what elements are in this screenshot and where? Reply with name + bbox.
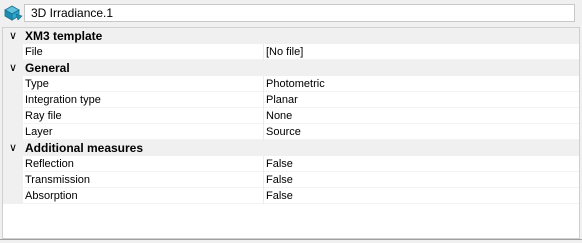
property-name: Transmission	[25, 174, 90, 186]
property-name: Layer	[25, 126, 53, 138]
property-name: File	[25, 46, 43, 58]
property-row-layer[interactable]: Layer Source	[3, 124, 579, 140]
property-row-ray-file[interactable]: Ray file None	[3, 108, 579, 124]
column-divider[interactable]	[263, 172, 264, 188]
column-divider[interactable]	[263, 156, 264, 172]
chevron-down-icon[interactable]: ∨	[7, 60, 19, 76]
property-value[interactable]: False	[266, 172, 293, 188]
chevron-down-icon[interactable]: ∨	[7, 140, 19, 156]
property-value[interactable]: None	[266, 108, 292, 124]
column-divider[interactable]	[263, 108, 264, 124]
property-value[interactable]: False	[266, 188, 293, 204]
property-value[interactable]: Planar	[266, 92, 298, 108]
property-value[interactable]: False	[266, 156, 293, 172]
column-divider[interactable]	[263, 188, 264, 204]
property-row-transmission[interactable]: Transmission False	[3, 172, 579, 188]
row-gutter	[3, 172, 23, 188]
column-divider[interactable]	[263, 44, 264, 60]
title-bar: 3D Irradiance.1	[0, 0, 582, 26]
row-gutter	[3, 124, 23, 140]
row-gutter	[3, 92, 23, 108]
property-name: Type	[25, 78, 49, 90]
property-name: Integration type	[25, 94, 101, 106]
property-row-reflection[interactable]: Reflection False	[3, 156, 579, 172]
property-name: Reflection	[25, 158, 74, 170]
row-gutter	[3, 44, 23, 60]
column-divider[interactable]	[263, 124, 264, 140]
row-gutter	[3, 156, 23, 172]
column-divider[interactable]	[263, 92, 264, 108]
row-gutter	[3, 188, 23, 204]
property-value[interactable]: [No file]	[266, 44, 303, 60]
property-row-type[interactable]: Type Photometric	[3, 76, 579, 92]
property-value[interactable]: Source	[266, 124, 301, 140]
category-xm3-template[interactable]: ∨ XM3 template	[3, 28, 579, 44]
feature-name-field[interactable]: 3D Irradiance.1	[24, 4, 575, 22]
property-name: Ray file	[25, 110, 62, 122]
bottom-divider	[0, 239, 582, 240]
row-gutter	[3, 108, 23, 124]
column-divider[interactable]	[263, 76, 264, 92]
category-label: XM3 template	[25, 29, 103, 43]
property-row-absorption[interactable]: Absorption False	[3, 188, 579, 204]
row-gutter	[3, 76, 23, 92]
category-label: General	[25, 61, 70, 75]
property-grid: ∨ XM3 template File [No file] ∨ General …	[2, 27, 580, 239]
property-row-integration-type[interactable]: Integration type Planar	[3, 92, 579, 108]
category-label: Additional measures	[25, 141, 144, 155]
irradiance-sensor-icon	[3, 4, 23, 22]
property-name: Absorption	[25, 190, 78, 202]
chevron-down-icon[interactable]: ∨	[7, 28, 19, 44]
category-additional-measures[interactable]: ∨ Additional measures	[3, 140, 579, 156]
property-row-file[interactable]: File [No file]	[3, 44, 579, 60]
property-value[interactable]: Photometric	[266, 76, 325, 92]
category-general[interactable]: ∨ General	[3, 60, 579, 76]
